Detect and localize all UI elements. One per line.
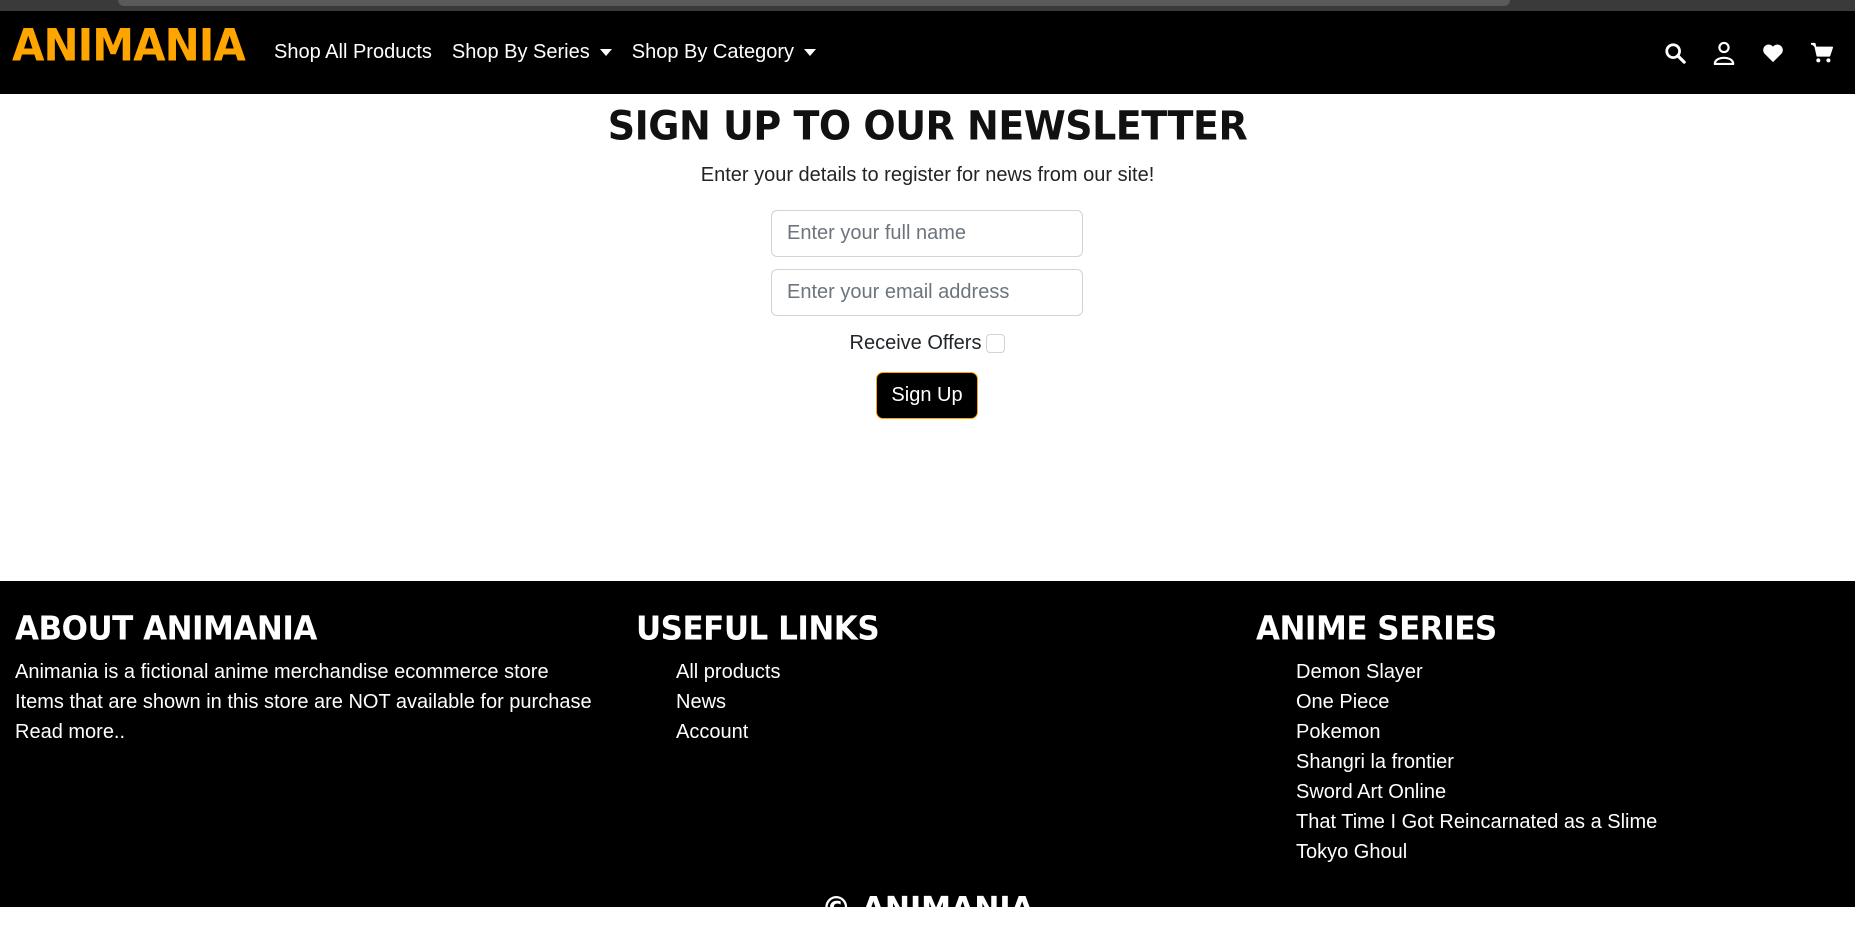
footer-series-link[interactable]: That Time I Got Reincarnated as a Slime xyxy=(1296,807,1657,837)
navbar: Animania Shop All Products Shop By Serie… xyxy=(0,11,1855,94)
footer-series-link[interactable]: One Piece xyxy=(1296,687,1657,717)
footer-link-news[interactable]: News xyxy=(676,687,879,717)
newsletter-subtitle: Enter your details to register for news … xyxy=(700,164,1155,186)
full-name-input[interactable] xyxy=(771,210,1083,257)
newsletter-title: Sign up to our Newsletter xyxy=(607,102,1248,150)
footer-series-heading: Anime Series xyxy=(1256,610,1497,648)
footer-series-link[interactable]: Tokyo Ghoul xyxy=(1296,837,1657,867)
user-icon[interactable] xyxy=(1711,40,1737,66)
receive-offers-checkbox[interactable] xyxy=(986,334,1006,353)
footer-link-all-products[interactable]: All products xyxy=(676,657,879,687)
footer-about-line: Items that are shown in this store are N… xyxy=(15,691,592,713)
footer-useful-links: Useful Links All products News Account xyxy=(636,610,880,747)
email-input[interactable] xyxy=(771,269,1083,316)
read-more-link[interactable]: Read more.. xyxy=(15,717,592,747)
sign-up-button[interactable]: Sign Up xyxy=(876,372,978,419)
nav-shop-by-series-dropdown[interactable]: Shop By Series xyxy=(452,41,612,64)
footer-anime-series: Anime Series Demon Slayer One Piece Poke… xyxy=(1256,610,1657,867)
newsletter-section: Sign up to our Newsletter Enter your det… xyxy=(0,94,1855,581)
browser-top-strip xyxy=(0,0,1855,11)
footer-series-link[interactable]: Demon Slayer xyxy=(1296,657,1657,687)
scrollbar-thumb[interactable] xyxy=(118,0,1510,6)
footer: About Animania Animania is a fictional a… xyxy=(0,581,1855,926)
footer-series-link[interactable]: Pokemon xyxy=(1296,717,1657,747)
footer-link-account[interactable]: Account xyxy=(676,717,879,747)
caret-down-icon xyxy=(804,49,817,56)
nav-icons xyxy=(1639,11,1835,94)
footer-series-link[interactable]: Shangri la frontier xyxy=(1296,747,1657,777)
search-icon[interactable] xyxy=(1662,40,1688,66)
heart-icon[interactable] xyxy=(1760,40,1786,66)
receive-offers-row: Receive Offers xyxy=(0,332,1855,355)
footer-about-line: Animania is a fictional anime merchandis… xyxy=(15,661,549,683)
nav-links: Shop All Products Shop By Series Shop By… xyxy=(274,11,836,94)
nav-shop-by-category-dropdown[interactable]: Shop By Category xyxy=(631,41,817,64)
nav-shop-all-products[interactable]: Shop All Products xyxy=(274,41,432,64)
footer-links-heading: Useful Links xyxy=(636,610,880,648)
nav-link-label: Shop By Category xyxy=(631,41,795,63)
nav-link-label: Shop All Products xyxy=(274,41,432,63)
cart-icon[interactable] xyxy=(1809,40,1835,66)
nav-link-label: Shop By Series xyxy=(451,41,590,63)
receive-offers-label: Receive Offers xyxy=(849,332,982,354)
footer-about: About Animania Animania is a fictional a… xyxy=(15,610,592,747)
copyright: © Animania xyxy=(821,891,1034,926)
footer-links-list: All products News Account xyxy=(636,657,879,747)
brand-logo[interactable]: Animania xyxy=(12,23,246,68)
footer-series-link[interactable]: Sword Art Online xyxy=(1296,777,1657,807)
footer-series-list: Demon Slayer One Piece Pokemon Shangri l… xyxy=(1256,657,1657,867)
footer-about-heading: About Animania xyxy=(15,610,317,648)
caret-down-icon xyxy=(599,49,612,56)
